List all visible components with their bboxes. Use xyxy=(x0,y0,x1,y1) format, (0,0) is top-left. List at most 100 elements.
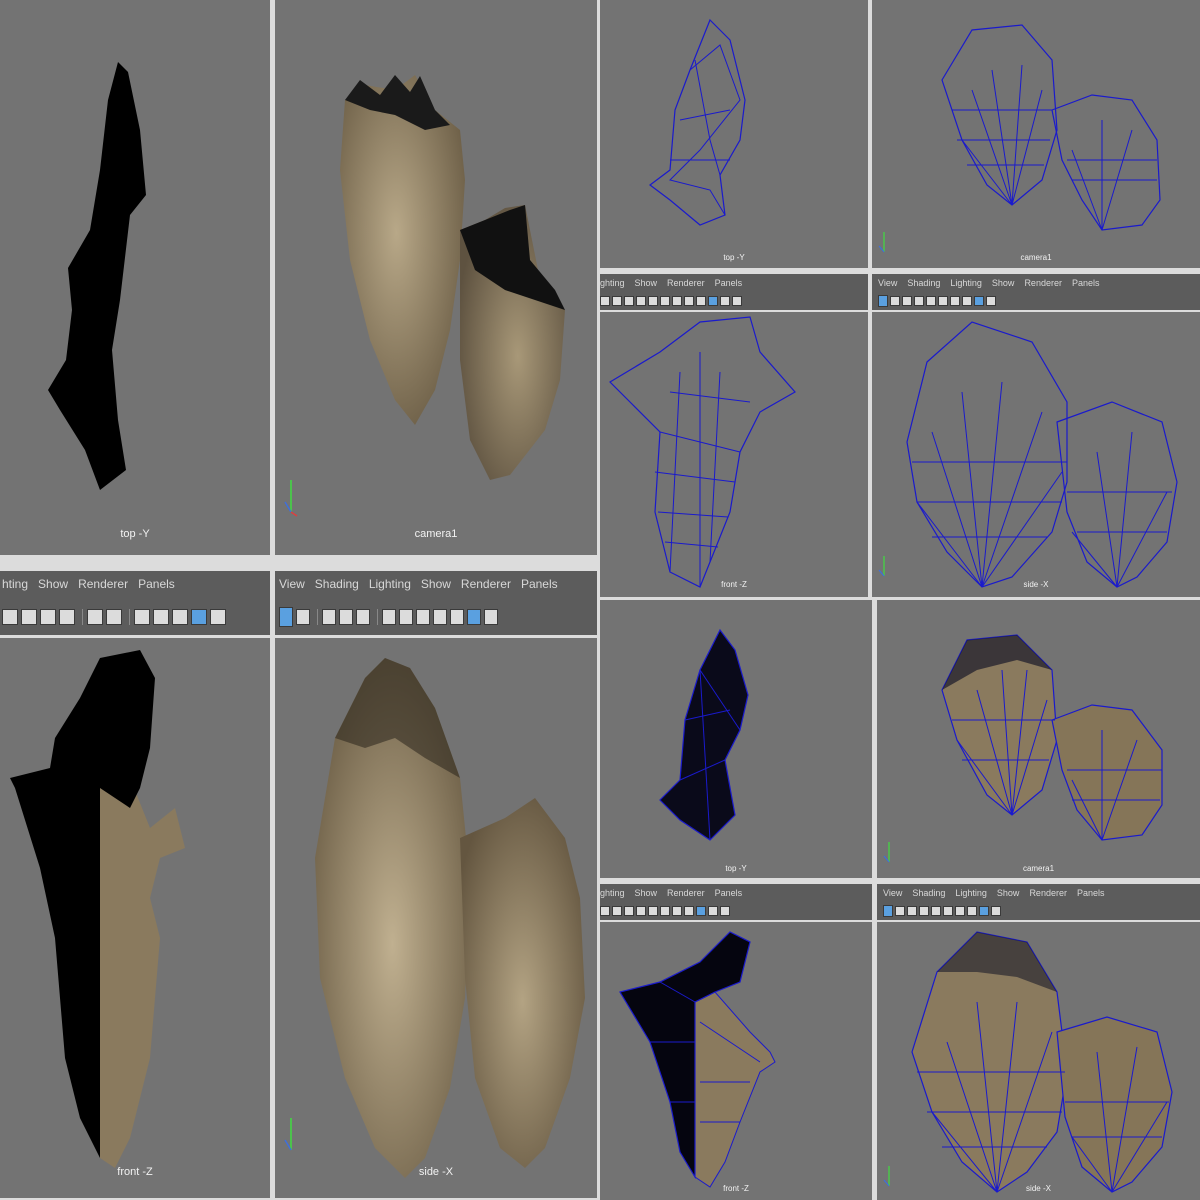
tool-icon[interactable] xyxy=(696,296,706,306)
menu-show[interactable]: Show xyxy=(421,577,451,591)
viewport-front-wire[interactable]: front -Z xyxy=(600,312,868,597)
tool-icon[interactable] xyxy=(732,296,742,306)
viewport-side-wireshade[interactable]: side -X xyxy=(877,922,1200,1200)
tool-icon[interactable] xyxy=(40,609,56,625)
tool-icon[interactable] xyxy=(720,296,730,306)
tool-icon[interactable] xyxy=(914,296,924,306)
tool-icon[interactable] xyxy=(21,609,37,625)
viewport-camera-wireshade[interactable]: camera1 xyxy=(877,600,1200,878)
tool-icon[interactable] xyxy=(708,296,718,306)
tool-icon[interactable] xyxy=(955,906,965,916)
menu-panels[interactable]: Panels xyxy=(1077,888,1105,898)
tool-icon[interactable] xyxy=(720,906,730,916)
tool-icon[interactable] xyxy=(938,296,948,306)
tool-icon[interactable] xyxy=(660,296,670,306)
tool-icon[interactable] xyxy=(684,296,694,306)
viewport-side-large[interactable]: side -X xyxy=(275,638,597,1198)
tool-icon[interactable] xyxy=(636,906,646,916)
tool-icon[interactable] xyxy=(684,906,694,916)
menu-lighting[interactable]: Lighting xyxy=(955,888,987,898)
tool-icon[interactable] xyxy=(600,296,610,306)
menu-shading[interactable]: Shading xyxy=(907,278,940,288)
menu-renderer[interactable]: Renderer xyxy=(461,577,511,591)
tool-icon[interactable] xyxy=(878,295,888,307)
tool-icon[interactable] xyxy=(322,609,336,625)
menu-panels[interactable]: Panels xyxy=(715,278,743,288)
menu-renderer[interactable]: Renderer xyxy=(667,278,705,288)
tool-icon[interactable] xyxy=(943,906,953,916)
menu-show[interactable]: Show xyxy=(635,888,658,898)
tool-icon[interactable] xyxy=(672,296,682,306)
tool-icon[interactable] xyxy=(890,296,900,306)
tool-icon[interactable] xyxy=(450,609,464,625)
tool-icon[interactable] xyxy=(931,906,941,916)
menu-renderer[interactable]: Renderer xyxy=(667,888,705,898)
tool-icon[interactable] xyxy=(612,906,622,916)
tool-icon[interactable] xyxy=(950,296,960,306)
tool-icon[interactable] xyxy=(191,609,207,625)
tool-icon[interactable] xyxy=(907,906,917,916)
menu-renderer[interactable]: Renderer xyxy=(1029,888,1067,898)
tool-icon[interactable] xyxy=(979,906,989,916)
menu-lighting[interactable]: hting xyxy=(2,577,28,591)
tool-icon[interactable] xyxy=(636,296,646,306)
tool-icon[interactable] xyxy=(339,609,353,625)
tool-icon[interactable] xyxy=(279,607,293,627)
tool-icon[interactable] xyxy=(991,906,1001,916)
tool-icon[interactable] xyxy=(612,296,622,306)
menu-lighting[interactable]: ghting xyxy=(600,888,625,898)
menu-panels[interactable]: Panels xyxy=(138,577,175,591)
tool-icon[interactable] xyxy=(356,609,370,625)
tool-icon[interactable] xyxy=(926,296,936,306)
viewport-front-large[interactable]: front -Z xyxy=(0,638,270,1198)
tool-icon[interactable] xyxy=(708,906,718,916)
menu-show[interactable]: Show xyxy=(997,888,1020,898)
tool-icon[interactable] xyxy=(134,609,150,625)
tool-icon[interactable] xyxy=(902,296,912,306)
menu-shading[interactable]: Shading xyxy=(315,577,359,591)
tool-icon[interactable] xyxy=(967,906,977,916)
viewport-camera-large[interactable]: camera1 xyxy=(275,0,597,555)
tool-icon[interactable] xyxy=(59,609,75,625)
menu-panels[interactable]: Panels xyxy=(715,888,743,898)
tool-icon[interactable] xyxy=(986,296,996,306)
tool-icon[interactable] xyxy=(172,609,188,625)
menu-lighting[interactable]: Lighting xyxy=(369,577,411,591)
tool-icon[interactable] xyxy=(962,296,972,306)
menu-view[interactable]: View xyxy=(883,888,902,898)
tool-icon[interactable] xyxy=(296,609,310,625)
tool-icon[interactable] xyxy=(467,609,481,625)
tool-icon[interactable] xyxy=(883,905,893,917)
menu-lighting[interactable]: Lighting xyxy=(950,278,982,288)
menu-renderer[interactable]: Renderer xyxy=(78,577,128,591)
viewport-camera-wire[interactable]: camera1 xyxy=(872,0,1200,268)
tool-icon[interactable] xyxy=(974,296,984,306)
menu-panels[interactable]: Panels xyxy=(1072,278,1100,288)
tool-icon[interactable] xyxy=(672,906,682,916)
menu-panels[interactable]: Panels xyxy=(521,577,558,591)
tool-icon[interactable] xyxy=(624,906,634,916)
tool-icon[interactable] xyxy=(210,609,226,625)
menu-show[interactable]: Show xyxy=(635,278,658,288)
tool-icon[interactable] xyxy=(484,609,498,625)
menu-show[interactable]: Show xyxy=(992,278,1015,288)
tool-icon[interactable] xyxy=(696,906,706,916)
tool-icon[interactable] xyxy=(382,609,396,625)
tool-icon[interactable] xyxy=(648,296,658,306)
viewport-top-wireshade[interactable]: top -Y xyxy=(600,600,872,878)
tool-icon[interactable] xyxy=(2,609,18,625)
tool-icon[interactable] xyxy=(660,906,670,916)
tool-icon[interactable] xyxy=(399,609,413,625)
tool-icon[interactable] xyxy=(600,906,610,916)
viewport-top-wire[interactable]: top -Y xyxy=(600,0,868,268)
menu-lighting[interactable]: ghting xyxy=(600,278,625,288)
tool-icon[interactable] xyxy=(106,609,122,625)
viewport-front-wireshade[interactable]: front -Z xyxy=(600,922,872,1200)
menu-renderer[interactable]: Renderer xyxy=(1024,278,1062,288)
tool-icon[interactable] xyxy=(153,609,169,625)
tool-icon[interactable] xyxy=(624,296,634,306)
tool-icon[interactable] xyxy=(919,906,929,916)
menu-view[interactable]: View xyxy=(878,278,897,288)
viewport-top-large[interactable]: top -Y xyxy=(0,0,270,555)
tool-icon[interactable] xyxy=(648,906,658,916)
